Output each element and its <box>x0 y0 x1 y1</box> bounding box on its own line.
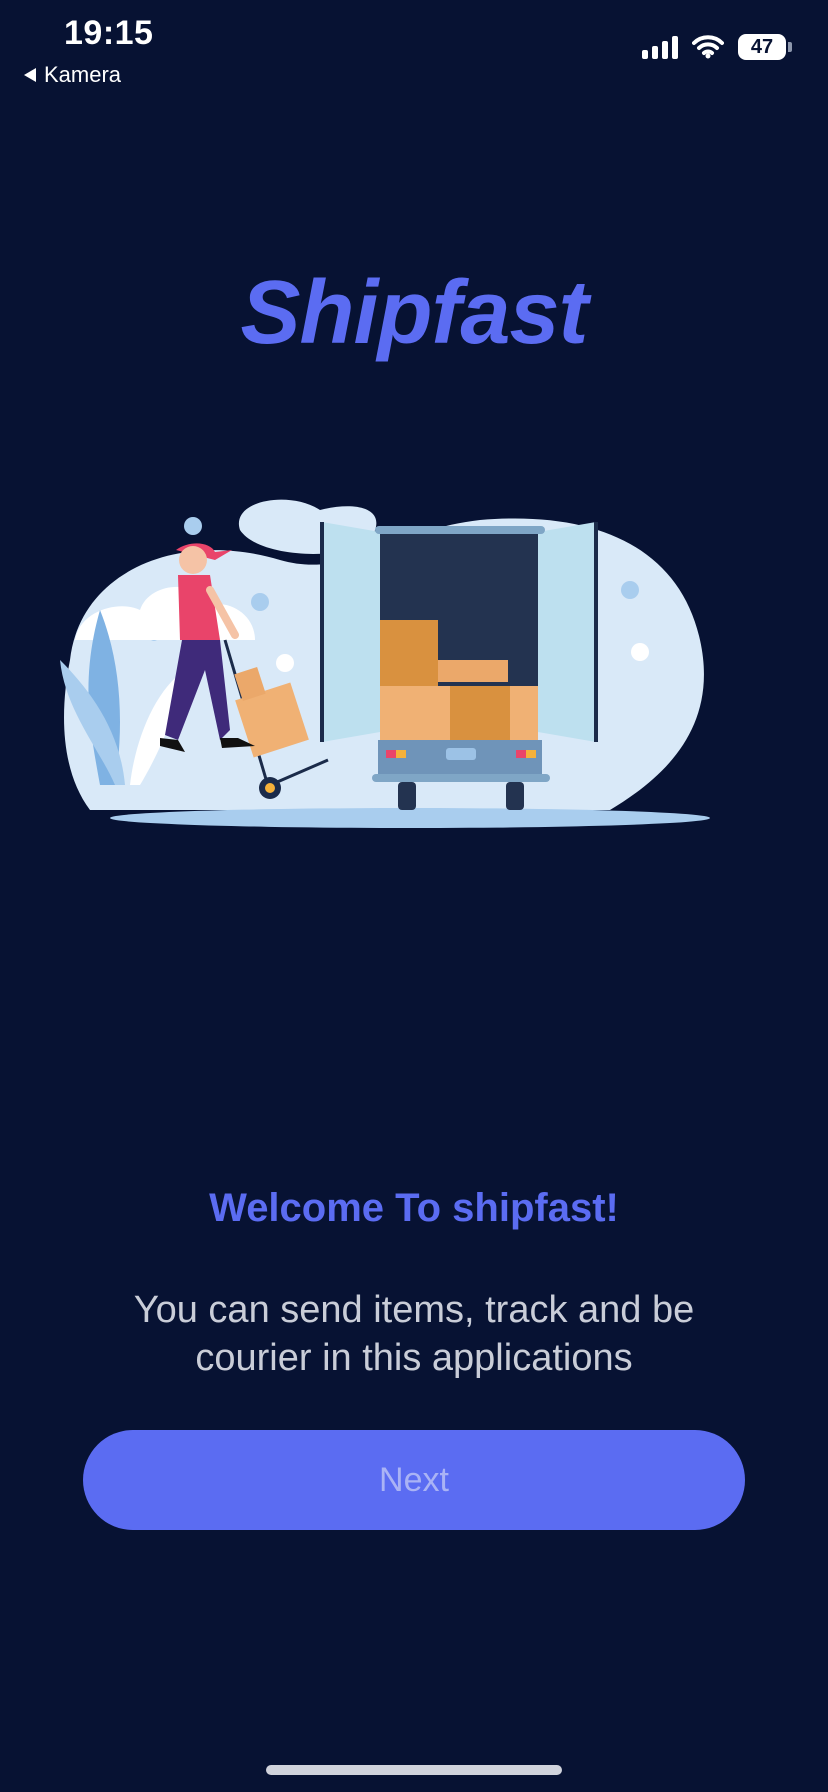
back-link-label: Kamera <box>44 62 122 87</box>
battery-level: 47 <box>750 35 774 58</box>
back-arrow-icon <box>24 68 36 82</box>
status-bar: 19:15 Kamera 47 <box>0 0 828 100</box>
courier-delivery-illustration <box>60 499 710 828</box>
battery-icon: 47 <box>738 34 792 60</box>
home-indicator[interactable] <box>266 1765 562 1775</box>
cellular-signal-icon <box>642 35 678 59</box>
status-time: 19:15 <box>64 14 154 52</box>
status-indicators: 47 <box>642 34 792 60</box>
back-to-camera-link[interactable]: Kamera <box>24 62 121 88</box>
app-logo: Shipfast <box>240 263 588 363</box>
welcome-title: Welcome To shipfast! <box>209 1186 619 1230</box>
next-button[interactable]: Next <box>83 1430 745 1530</box>
onboarding-description: You can send items, track and be courier… <box>133 1289 695 1379</box>
wifi-icon <box>692 35 724 59</box>
